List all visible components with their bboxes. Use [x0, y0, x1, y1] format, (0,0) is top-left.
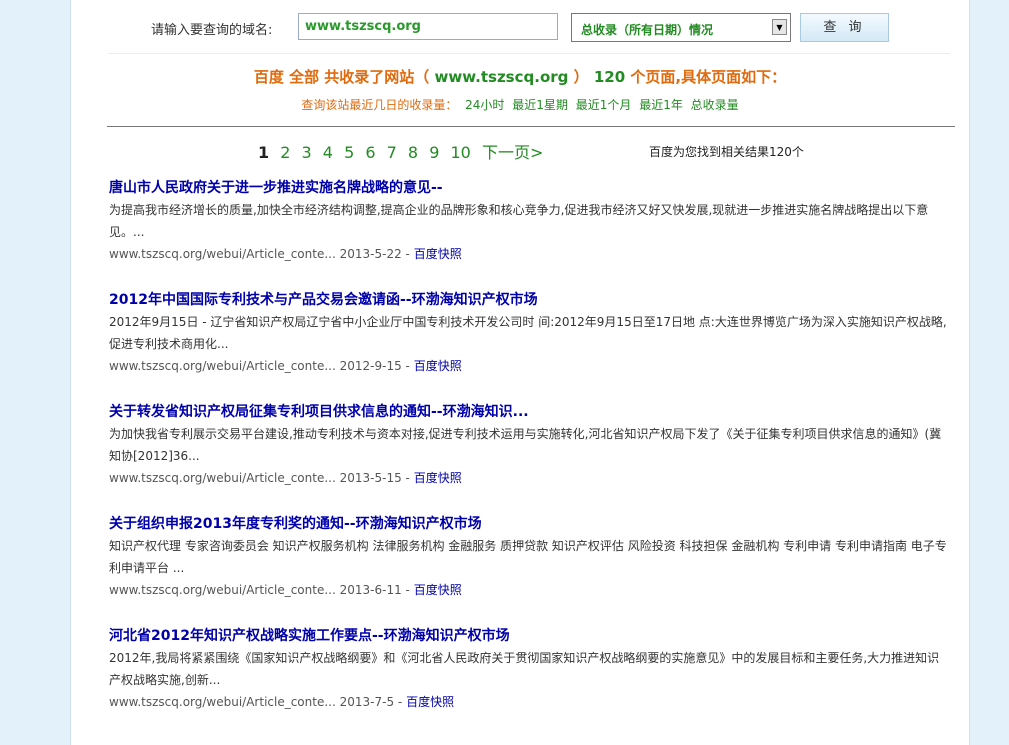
result-snippet: 知识产权代理 专家咨询委员会 知识产权服务机构 法律服务机构 金融服务 质押贷款… [109, 539, 947, 575]
result-url: www.tszscq.org/webui/Article_conte... [109, 695, 336, 709]
cache-link[interactable]: 百度快照 [414, 247, 462, 261]
page-link[interactable]: 10 [450, 143, 470, 162]
result-title-link[interactable]: 关于组织申报2013年度专利奖的通知--环渤海知识产权市场 [109, 513, 949, 535]
summary-suffix: 个页面,具体页面如下： [630, 68, 787, 86]
result-meta: www.tszscq.org/webui/Article_conte... 20… [109, 695, 455, 709]
summary-close-paren: ） [573, 68, 589, 86]
result-date: 2013-5-22 [339, 247, 402, 261]
result-title-link[interactable]: 唐山市人民政府关于进一步推进实施名牌战略的意见-- [109, 177, 949, 199]
page-current: 1 [258, 143, 270, 162]
summary-domain: www.tszscq.org [434, 68, 569, 86]
date-range-selected: 总收录（所有日期）情况 [581, 23, 714, 37]
page-link[interactable]: 4 [323, 143, 333, 162]
result-meta: www.tszscq.org/webui/Article_conte... 20… [109, 471, 462, 485]
query-button[interactable]: 查 询 [800, 13, 889, 42]
domain-label: 请输入要查询的域名: [151, 23, 273, 38]
result-meta: www.tszscq.org/webui/Article_conte... 20… [109, 359, 462, 373]
summary-prefix: 百度 全部 共收录了网站（ [253, 68, 430, 86]
result-meta: www.tszscq.org/webui/Article_conte... 20… [109, 583, 462, 597]
result-meta: www.tszscq.org/webui/Article_conte... 20… [109, 247, 462, 261]
result-title-link[interactable]: 关于转发省知识产权局征集专利项目供求信息的通知--环渤海知识... [109, 401, 949, 423]
page-link[interactable]: 8 [408, 143, 418, 162]
result-date: 2013-5-15 [339, 471, 402, 485]
result-url: www.tszscq.org/webui/Article_conte... [109, 471, 336, 485]
link-24h[interactable]: 24小时 [465, 98, 504, 112]
recent-index-links: 查询该站最近几日的收录量： 24小时 最近1星期 最近1个月 最近1年 总收录量 [71, 96, 969, 113]
link-last-week[interactable]: 最近1星期 [512, 98, 568, 112]
cache-link[interactable]: 百度快照 [414, 359, 462, 373]
pagination: 1 2 3 4 5 6 7 8 9 10 下一页> [258, 139, 549, 163]
main-panel: 请输入要查询的域名: 总收录（所有日期）情况 ▼ 查 询 百度 全部 共收录了网… [70, 0, 970, 745]
result-item: 河北省2012年知识产权战略实施工作要点--环渤海知识产权市场 2012年,我局… [109, 625, 949, 737]
result-item: 2012年中国国际专利技术与产品交易会邀请函--环渤海知识产权市场 2012年9… [109, 289, 949, 401]
divider [108, 53, 950, 54]
page-link[interactable]: 9 [429, 143, 439, 162]
result-title-link[interactable]: 2012年中国国际专利技术与产品交易会邀请函--环渤海知识产权市场 [109, 289, 949, 311]
link-last-year[interactable]: 最近1年 [639, 98, 683, 112]
result-date: 2013-6-11 [339, 583, 402, 597]
result-item: 关于组织申报2013年度专利奖的通知--环渤海知识产权市场 知识产权代理 专家咨… [109, 513, 949, 625]
page-link[interactable]: 5 [344, 143, 354, 162]
summary-count: 120 [593, 68, 626, 86]
divider [107, 126, 955, 127]
page-link[interactable]: 3 [302, 143, 312, 162]
link-total[interactable]: 总收录量 [691, 98, 739, 112]
page-link[interactable]: 6 [365, 143, 375, 162]
result-snippet: 2012年9月15日 - 辽宁省知识产权局辽宁省中小企业厅中国专利技术开发公司时… [109, 315, 947, 351]
result-url: www.tszscq.org/webui/Article_conte... [109, 359, 336, 373]
result-item: 关于转发省知识产权局征集专利项目供求信息的通知--环渤海知识... 为加快我省专… [109, 401, 949, 513]
index-summary: 百度 全部 共收录了网站（ www.tszscq.org ） 120 个页面,具… [71, 66, 969, 87]
result-snippet: 为提高我市经济增长的质量,加快全市经济结构调整,提高企业的品牌形象和核心竞争力,… [109, 203, 929, 239]
result-url: www.tszscq.org/webui/Article_conte... [109, 247, 336, 261]
result-item: 唐山市人民政府关于进一步推进实施名牌战略的意见-- 为提高我市经济增长的质量,加… [109, 177, 949, 289]
page-link[interactable]: 2 [280, 143, 290, 162]
result-url: www.tszscq.org/webui/Article_conte... [109, 583, 336, 597]
result-snippet: 2012年,我局将紧紧围绕《国家知识产权战略纲要》和《河北省人民政府关于贯彻国家… [109, 651, 940, 687]
results-list: 唐山市人民政府关于进一步推进实施名牌战略的意见-- 为提高我市经济增长的质量,加… [109, 177, 949, 737]
cache-link[interactable]: 百度快照 [414, 583, 462, 597]
page-link[interactable]: 7 [387, 143, 397, 162]
result-title-link[interactable]: 河北省2012年知识产权战略实施工作要点--环渤海知识产权市场 [109, 625, 949, 647]
result-date: 2013-7-5 [339, 695, 395, 709]
recent-label: 查询该站最近几日的收录量： [301, 98, 458, 112]
domain-input[interactable] [298, 13, 558, 40]
domain-query-form: 请输入要查询的域名: 总收录（所有日期）情况 ▼ 查 询 [151, 13, 951, 43]
cache-link[interactable]: 百度快照 [414, 471, 462, 485]
result-snippet: 为加快我省专利展示交易平台建设,推动专利技术与资本对接,促进专利技术运用与实施转… [109, 427, 942, 463]
cache-link[interactable]: 百度快照 [406, 695, 454, 709]
date-range-select[interactable]: 总收录（所有日期）情况 ▼ [571, 13, 791, 42]
dropdown-arrow-icon[interactable]: ▼ [772, 19, 787, 35]
next-page-link[interactable]: 下一页> [482, 143, 543, 162]
link-last-month[interactable]: 最近1个月 [576, 98, 632, 112]
result-date: 2012-9-15 [339, 359, 402, 373]
result-count: 百度为您找到相关结果120个 [649, 145, 804, 159]
